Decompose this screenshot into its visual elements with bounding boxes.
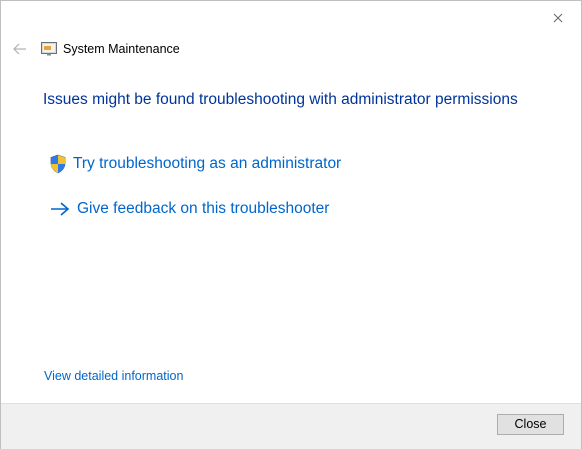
title-bar[interactable] (1, 1, 581, 5)
arrow-right-icon (51, 202, 70, 216)
page-heading: Issues might be found troubleshooting wi… (43, 91, 518, 108)
back-arrow-icon[interactable] (12, 41, 28, 57)
give-feedback-label: Give feedback on this troubleshooter (77, 200, 330, 217)
system-maintenance-icon (41, 42, 57, 56)
give-feedback-link[interactable]: Give feedback on this troubleshooter (49, 200, 329, 218)
close-icon[interactable] (549, 9, 567, 27)
troubleshooter-window: System Maintenance Issues might be found… (0, 0, 582, 449)
uac-shield-icon (50, 154, 66, 174)
run-as-administrator-label: Try troubleshooting as an administrator (73, 155, 342, 172)
run-as-administrator-link[interactable]: Try troubleshooting as an administrator (49, 154, 341, 174)
app-title: System Maintenance (63, 42, 180, 56)
close-button[interactable]: Close (497, 414, 564, 435)
footer-bar: Close (1, 403, 581, 449)
view-detailed-information-link[interactable]: View detailed information (44, 369, 183, 383)
